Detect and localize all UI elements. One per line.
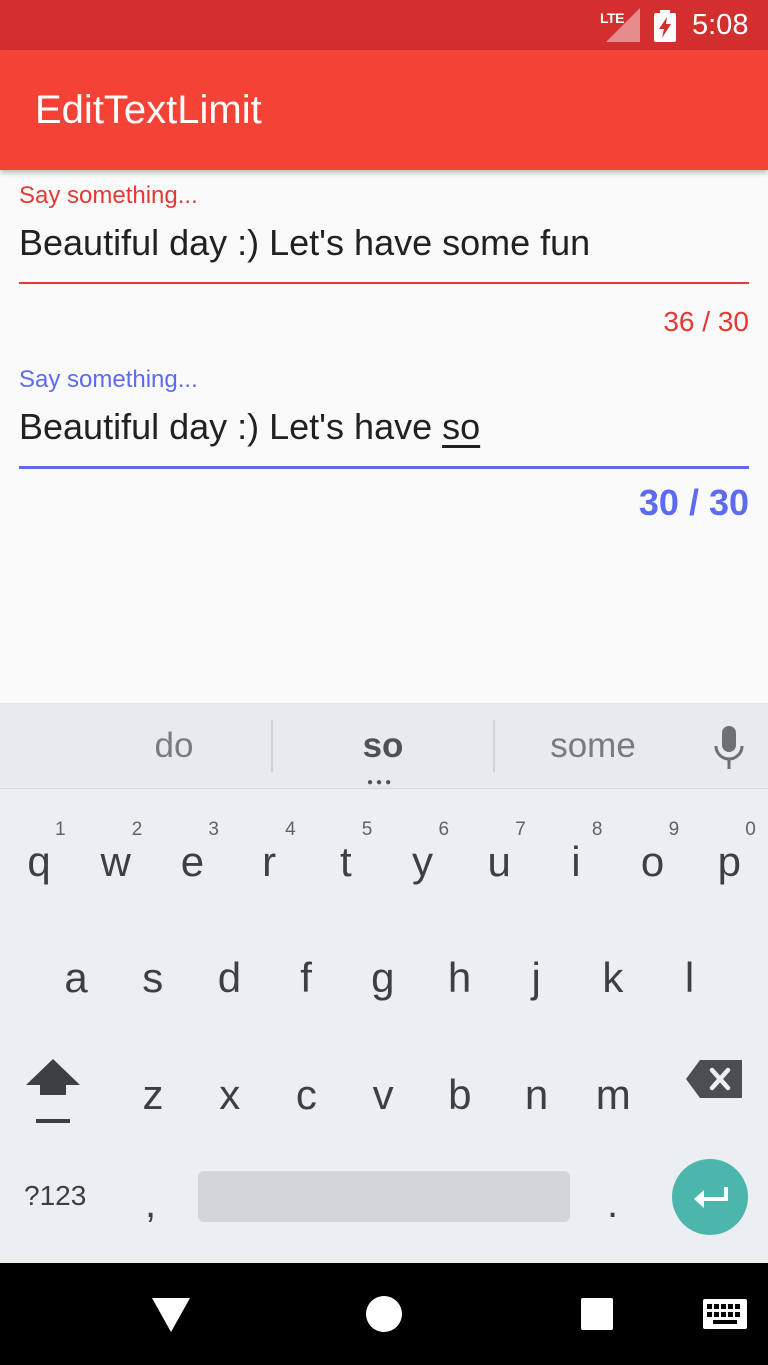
navigation-bar xyxy=(0,1263,768,1365)
key-g[interactable]: g xyxy=(345,920,421,1030)
key-label: z xyxy=(142,1071,164,1118)
key-label: b xyxy=(448,1071,472,1118)
key-o[interactable]: 9o xyxy=(615,804,691,914)
key-label: v xyxy=(372,1071,394,1118)
key-label: g xyxy=(371,954,395,1001)
suggestion-1[interactable]: do xyxy=(74,726,274,766)
key-n[interactable]: n xyxy=(499,1037,575,1147)
home-icon[interactable] xyxy=(366,1296,402,1332)
key-label: y xyxy=(412,838,433,885)
key-u[interactable]: 7u xyxy=(461,804,537,914)
key-label: s xyxy=(142,954,164,1001)
key-label: r xyxy=(262,838,277,885)
key-k[interactable]: k xyxy=(575,920,651,1030)
key-label: e xyxy=(180,838,205,885)
key-q[interactable]: 1q xyxy=(1,804,77,914)
key-j[interactable]: j xyxy=(498,920,574,1030)
network-type: LTE xyxy=(600,10,624,26)
spacebar[interactable] xyxy=(198,1171,570,1222)
input-underline xyxy=(19,282,749,284)
mic-icon[interactable] xyxy=(712,726,746,770)
status-bar: LTE 5:08 xyxy=(0,0,768,50)
key-label: l xyxy=(684,954,695,1001)
key-r[interactable]: 4r xyxy=(231,804,307,914)
key-h[interactable]: h xyxy=(422,920,498,1030)
key-c[interactable]: c xyxy=(268,1037,344,1147)
field-label: Say something... xyxy=(19,182,198,209)
key-label: f xyxy=(300,954,312,1001)
period-key[interactable]: . xyxy=(607,1182,618,1227)
key-label: j xyxy=(531,954,541,1001)
shift-icon[interactable] xyxy=(26,1059,80,1123)
field-label: Say something... xyxy=(19,366,198,393)
key-t[interactable]: 5t xyxy=(308,804,384,914)
key-a[interactable]: a xyxy=(38,920,114,1030)
key-i[interactable]: 8i xyxy=(538,804,614,914)
input-underline xyxy=(19,466,749,469)
suggestion-2[interactable]: so xyxy=(283,726,483,766)
suggestion-strip: do so ●●● some xyxy=(0,704,768,789)
key-b[interactable]: b xyxy=(422,1037,498,1147)
key-label: o xyxy=(640,838,665,885)
text-prefix: Beautiful day :) Let's have xyxy=(19,406,443,447)
key-y[interactable]: 6y xyxy=(385,804,461,914)
key-label: w xyxy=(100,838,131,885)
composing-text: so xyxy=(442,406,481,447)
key-f[interactable]: f xyxy=(268,920,344,1030)
enter-icon xyxy=(694,1187,728,1208)
clock: 5:08 xyxy=(692,9,749,41)
key-label: k xyxy=(602,954,624,1001)
battery-charging-icon xyxy=(654,10,676,42)
symbols-key[interactable]: ?123 xyxy=(24,1180,86,1212)
app-bar: EditTextLimit xyxy=(0,50,768,170)
char-counter: 36 / 30 xyxy=(663,306,749,337)
key-p[interactable]: 0p xyxy=(691,804,767,914)
key-v[interactable]: v xyxy=(345,1037,421,1147)
key-label: n xyxy=(524,1071,549,1118)
char-counter: 30 / 30 xyxy=(638,482,749,523)
recents-icon[interactable] xyxy=(581,1298,613,1330)
key-label: c xyxy=(295,1071,317,1118)
more-suggestions-dots[interactable]: ●●● xyxy=(367,777,394,788)
text-input[interactable]: Beautiful day :) Let's have some fun xyxy=(19,222,590,264)
suggestion-3[interactable]: some xyxy=(493,726,693,766)
soft-keyboard: do so ●●● some 1q2w3e4r5t6y7u8i9o0p a s d f… xyxy=(0,703,768,1264)
app-title: EditTextLimit xyxy=(35,88,262,132)
key-label: x xyxy=(219,1071,241,1118)
key-label: t xyxy=(339,838,352,885)
key-label: m xyxy=(595,1071,631,1118)
key-l[interactable]: l xyxy=(652,920,728,1030)
key-s[interactable]: s xyxy=(115,920,191,1030)
key-label: q xyxy=(27,838,51,885)
backspace-icon[interactable] xyxy=(686,1060,742,1098)
key-m[interactable]: m xyxy=(575,1037,651,1147)
enter-key[interactable] xyxy=(672,1159,748,1235)
key-e[interactable]: 3e xyxy=(154,804,230,914)
keyboard-icon[interactable] xyxy=(703,1299,747,1331)
key-label: i xyxy=(571,838,581,885)
key-x[interactable]: x xyxy=(192,1037,268,1147)
key-label: d xyxy=(217,954,242,1001)
key-label: h xyxy=(447,954,472,1001)
comma-key[interactable]: , xyxy=(145,1182,156,1227)
key-z[interactable]: z xyxy=(115,1037,191,1147)
back-icon[interactable] xyxy=(152,1298,190,1332)
divider xyxy=(271,720,273,772)
key-w[interactable]: 2w xyxy=(78,804,154,914)
key-d[interactable]: d xyxy=(191,920,267,1030)
key-label: a xyxy=(64,954,88,1001)
key-label: p xyxy=(717,838,741,885)
key-label: u xyxy=(487,838,511,885)
text-input[interactable]: Beautiful day :) Let's have so xyxy=(19,406,480,448)
